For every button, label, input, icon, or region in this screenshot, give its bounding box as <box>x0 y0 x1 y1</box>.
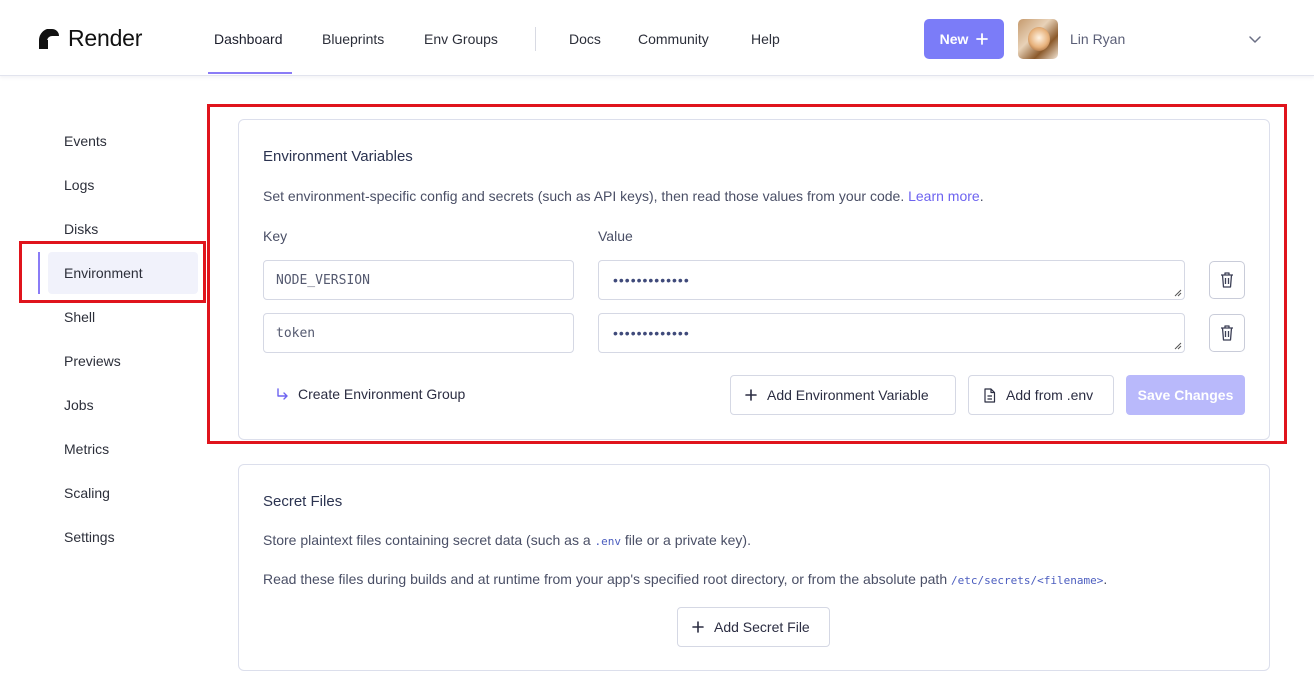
sidebar-active-indicator <box>38 252 40 294</box>
nav-env-groups[interactable]: Env Groups <box>424 31 498 47</box>
env-value-masked: ••••••••••••• <box>613 272 690 288</box>
env-code-inline: .env <box>594 535 622 548</box>
add-environment-variable-button[interactable]: Add Environment Variable <box>730 375 956 415</box>
secrets-path-inline: /etc/secrets/<filename> <box>951 574 1104 587</box>
render-logo-icon <box>38 28 60 50</box>
sidebar-item-shell[interactable]: Shell <box>64 309 95 325</box>
sidebar-item-previews[interactable]: Previews <box>64 353 121 369</box>
brand-logo[interactable]: Render <box>38 25 142 52</box>
env-key-input[interactable]: NODE_VERSION <box>263 260 574 300</box>
delete-variable-button[interactable] <box>1209 261 1245 299</box>
secret-files-description-1: Store plaintext files containing secret … <box>263 532 751 548</box>
add-from-env-button[interactable]: Add from .env <box>968 375 1114 415</box>
env-vars-description-text: Set environment-specific config and secr… <box>263 188 905 204</box>
secret-files-text: Read these files during builds and at ru… <box>263 571 948 587</box>
value-column-label: Value <box>598 228 633 244</box>
secret-files-description-2: Read these files during builds and at ru… <box>263 571 1107 587</box>
sidebar-item-settings[interactable]: Settings <box>64 529 115 545</box>
avatar[interactable] <box>1018 19 1058 59</box>
nav-active-indicator <box>208 72 292 74</box>
env-value-input[interactable]: ••••••••••••• <box>598 260 1185 300</box>
env-vars-description-end: . <box>979 188 984 204</box>
brand-name: Render <box>68 25 143 51</box>
add-variable-label: Add Environment Variable <box>767 387 929 403</box>
create-group-label: Create Environment Group <box>298 386 466 402</box>
file-icon <box>984 387 996 403</box>
resize-handle-icon[interactable] <box>1174 289 1182 297</box>
user-name[interactable]: Lin Ryan <box>1070 31 1125 47</box>
delete-variable-button[interactable] <box>1209 314 1245 352</box>
plus-icon <box>976 33 989 45</box>
sidebar-item-environment[interactable]: Environment <box>64 265 143 281</box>
learn-more-link[interactable]: Learn more <box>908 188 980 204</box>
env-vars-title: Environment Variables <box>263 148 413 165</box>
new-button-label: New <box>939 31 969 47</box>
return-arrow-icon <box>277 387 288 400</box>
secret-files-text: . <box>1103 571 1108 587</box>
nav-community[interactable]: Community <box>638 31 709 47</box>
key-column-label: Key <box>263 228 288 244</box>
top-header: Render Dashboard Blueprints Env Groups D… <box>0 0 1314 76</box>
new-button[interactable]: New <box>924 19 1004 59</box>
sidebar-item-metrics[interactable]: Metrics <box>64 441 109 457</box>
secret-files-text: file or a private key). <box>624 532 751 548</box>
chevron-down-icon[interactable] <box>1248 32 1262 46</box>
env-vars-description: Set environment-specific config and secr… <box>263 188 984 204</box>
secret-files-text: Store plaintext files containing secret … <box>263 532 591 548</box>
nav-docs[interactable]: Docs <box>569 31 601 47</box>
trash-icon <box>1221 325 1233 341</box>
nav-dashboard[interactable]: Dashboard <box>214 31 283 47</box>
add-from-env-label: Add from .env <box>1006 387 1094 403</box>
env-value-masked: ••••••••••••• <box>613 325 690 341</box>
env-key-input[interactable]: token <box>263 313 574 353</box>
nav-divider <box>535 27 536 51</box>
nav-blueprints[interactable]: Blueprints <box>322 31 384 47</box>
sidebar-item-logs[interactable]: Logs <box>64 177 94 193</box>
add-secret-file-label: Add Secret File <box>714 619 810 635</box>
plus-icon <box>745 389 757 401</box>
trash-icon <box>1221 272 1233 288</box>
plus-icon <box>692 621 704 633</box>
nav-help[interactable]: Help <box>751 31 780 47</box>
resize-handle-icon[interactable] <box>1174 342 1182 350</box>
add-secret-file-button[interactable]: Add Secret File <box>677 607 830 647</box>
create-environment-group-link[interactable]: Create Environment Group <box>276 386 465 402</box>
sidebar-item-jobs[interactable]: Jobs <box>64 397 94 413</box>
sidebar-item-scaling[interactable]: Scaling <box>64 485 110 501</box>
sidebar-item-disks[interactable]: Disks <box>64 221 98 237</box>
secret-files-title: Secret Files <box>263 493 343 510</box>
sidebar-item-events[interactable]: Events <box>64 133 107 149</box>
env-value-input[interactable]: ••••••••••••• <box>598 313 1185 353</box>
save-changes-button[interactable]: Save Changes <box>1126 375 1245 415</box>
